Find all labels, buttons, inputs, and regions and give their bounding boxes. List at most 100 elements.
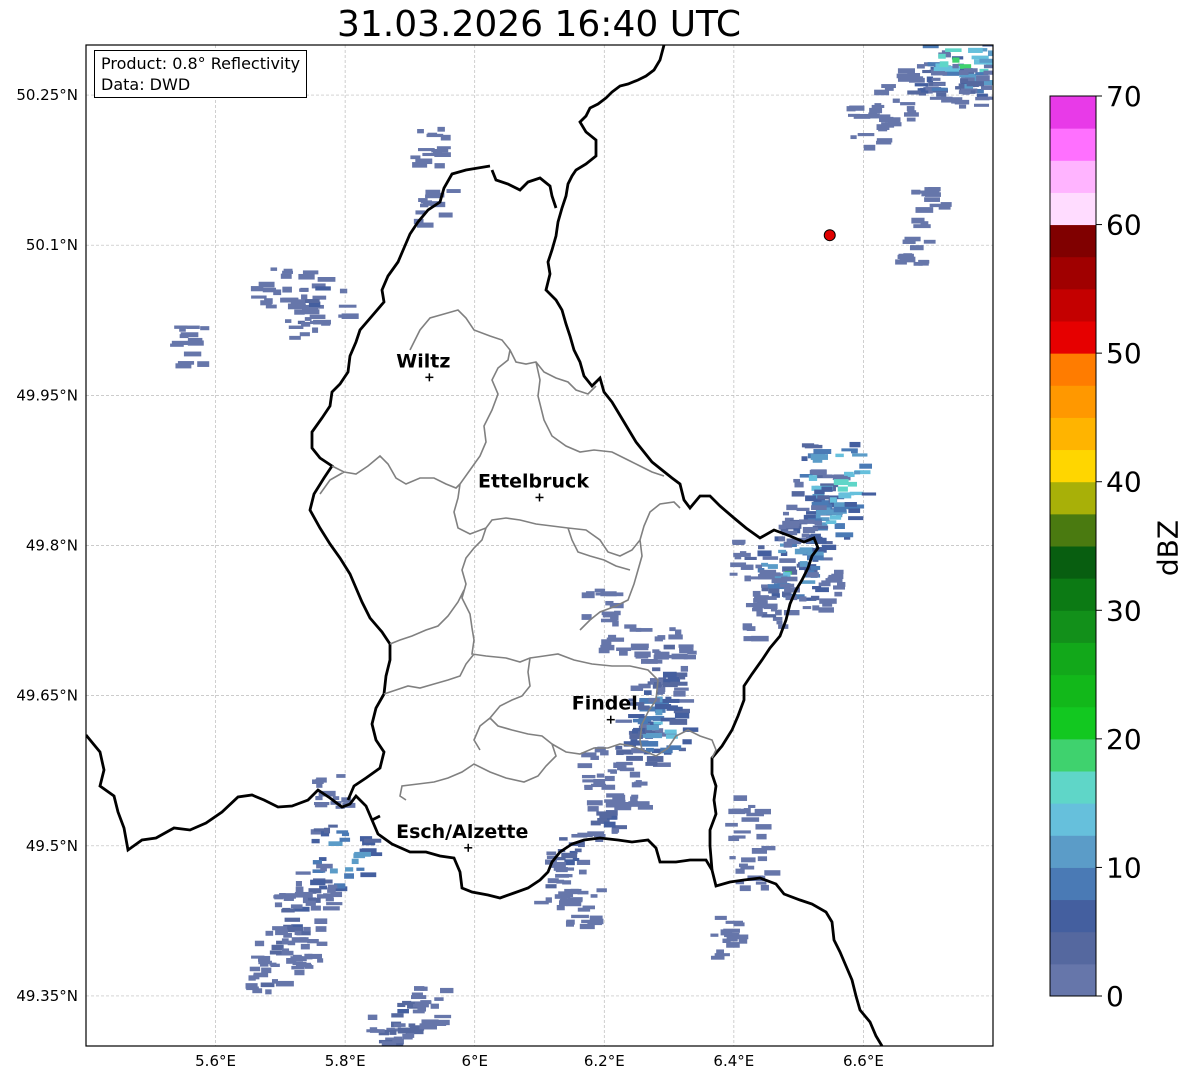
radar-echo-cell: [370, 1052, 385, 1055]
radar-map: 5.6°E 5.8°E 6°E 6.2°E 6.4°E 6.6°E 49.35°N 49.5°…: [16, 29, 1142, 1070]
radar-echo-cell: [838, 492, 852, 499]
radar-echo-cell: [418, 198, 428, 202]
radar-echo-cell: [741, 817, 760, 822]
radar-echo-cell: [951, 97, 963, 103]
radar-echo-cell: [546, 851, 557, 856]
radar-echo-cell: [562, 880, 572, 885]
radar-echo-cell: [776, 620, 783, 625]
radar-echo-cell: [808, 475, 818, 481]
radar-echo-cell: [587, 806, 599, 812]
radar-echo-cell: [779, 558, 796, 563]
colorbar-swatch: [1050, 192, 1096, 226]
radar-echo-cell: [738, 938, 748, 944]
radar-echo-cell: [1040, 66, 1052, 72]
colorbar-swatch: [1050, 128, 1096, 161]
radar-echo-cell: [755, 564, 762, 569]
lon-tick-label: 6.6°E: [843, 1052, 884, 1070]
radar-echo-cell: [289, 335, 301, 340]
radar-echo-cell: [646, 724, 659, 731]
radar-echo-cell: [315, 926, 327, 932]
radar-echo-cell: [328, 824, 338, 828]
radar-echo-cell: [253, 974, 260, 980]
radar-echo-cell: [600, 750, 609, 756]
radar-echo-cell: [725, 822, 738, 827]
radar-echo-cell: [837, 581, 846, 587]
radar-echo-cell: [909, 245, 924, 251]
radar-echo-cell: [915, 207, 934, 213]
radar-echo-cell: [892, 98, 900, 103]
radar-echo-cell: [630, 685, 644, 691]
radar-echo-cell: [631, 782, 642, 788]
radar-echo-cell: [848, 516, 864, 521]
radar-echo-cell: [861, 492, 877, 496]
radar-echo-cell: [596, 773, 605, 778]
radar-echo-cell: [604, 799, 621, 803]
radar-site-dot: [823, 229, 836, 242]
colorbar-tick-label: 70: [1106, 80, 1142, 113]
radar-echo-cell: [786, 504, 798, 511]
radar-echo-cell: [819, 598, 837, 604]
radar-echo-cell: [643, 690, 652, 696]
radar-echo-cell: [302, 305, 309, 311]
colorbar-tick-label: 60: [1106, 209, 1142, 242]
radar-echo-cell: [339, 288, 348, 294]
radar-echo-cell: [593, 778, 606, 785]
radar-echo-cell: [1024, 94, 1032, 98]
radar-echo-cell: [307, 953, 323, 959]
radar-echo-cell: [914, 83, 929, 87]
colorbar-swatch: [1050, 674, 1096, 708]
radar-echo-cell: [961, 34, 968, 38]
radar-echo-cell: [928, 187, 941, 192]
radar-echo-cell: [288, 325, 304, 330]
radar-echo-cell: [434, 1014, 452, 1019]
radar-echo-cell: [197, 361, 210, 367]
radar-echo-cell: [835, 532, 854, 538]
colorbar-swatch: [1050, 513, 1096, 547]
radar-echo-cell: [646, 756, 664, 762]
radar-echo-cell: [265, 930, 274, 936]
radar-echo-cell: [810, 469, 827, 475]
radar-echo-cell: [577, 890, 589, 895]
radar-echo-cell: [1016, 86, 1025, 91]
radar-echo-cell: [577, 763, 593, 769]
radar-echo-cell: [269, 950, 282, 955]
radar-echo-cell: [958, 90, 971, 95]
radar-echo-cell: [637, 804, 653, 810]
radar-echo-cell: [351, 858, 359, 865]
radar-echo-cell: [312, 327, 319, 333]
radar-echo-cell: [632, 718, 648, 723]
radar-echo-cell: [560, 898, 567, 902]
radar-echo-cell: [961, 29, 973, 32]
radar-echo-cell: [833, 479, 849, 486]
radar-echo-cell: [601, 611, 619, 616]
city-label: Ettelbruck: [478, 470, 589, 492]
radar-echo-cell: [545, 897, 552, 903]
radar-echo-cell: [804, 444, 823, 449]
radar-echo-cell: [281, 938, 289, 945]
radar-echo-cell: [729, 856, 736, 860]
radar-echo-cell: [911, 76, 924, 81]
radar-echo-cell: [844, 471, 854, 476]
radar-echo-cell: [411, 995, 427, 1000]
radar-echo-cell: [389, 1029, 397, 1035]
radar-echo-cell: [559, 837, 568, 841]
radar-echo-cell: [574, 848, 582, 853]
colorbar-tick-label: 20: [1106, 723, 1142, 756]
radar-echo-cell: [565, 920, 574, 927]
radar-echo-cell: [733, 795, 748, 801]
radar-echo-cell: [741, 857, 756, 863]
radar-echo-cell: [403, 1048, 411, 1052]
radar-echo-cell: [748, 804, 756, 808]
colorbar-swatch: [1050, 321, 1096, 354]
radar-echo-cell: [794, 548, 807, 555]
radar-echo-cell: [180, 332, 199, 338]
radar-echo-cell: [186, 325, 200, 329]
colorbar-swatch: [1050, 771, 1096, 804]
radar-echo-cell: [995, 75, 1004, 79]
radar-echo-cell: [869, 113, 880, 119]
radar-echo-cell: [763, 603, 778, 610]
radar-echo-cell: [806, 572, 819, 578]
radar-echo-cell: [766, 596, 777, 600]
radar-echo-cell: [446, 189, 461, 193]
radar-echo-cell: [760, 884, 769, 891]
